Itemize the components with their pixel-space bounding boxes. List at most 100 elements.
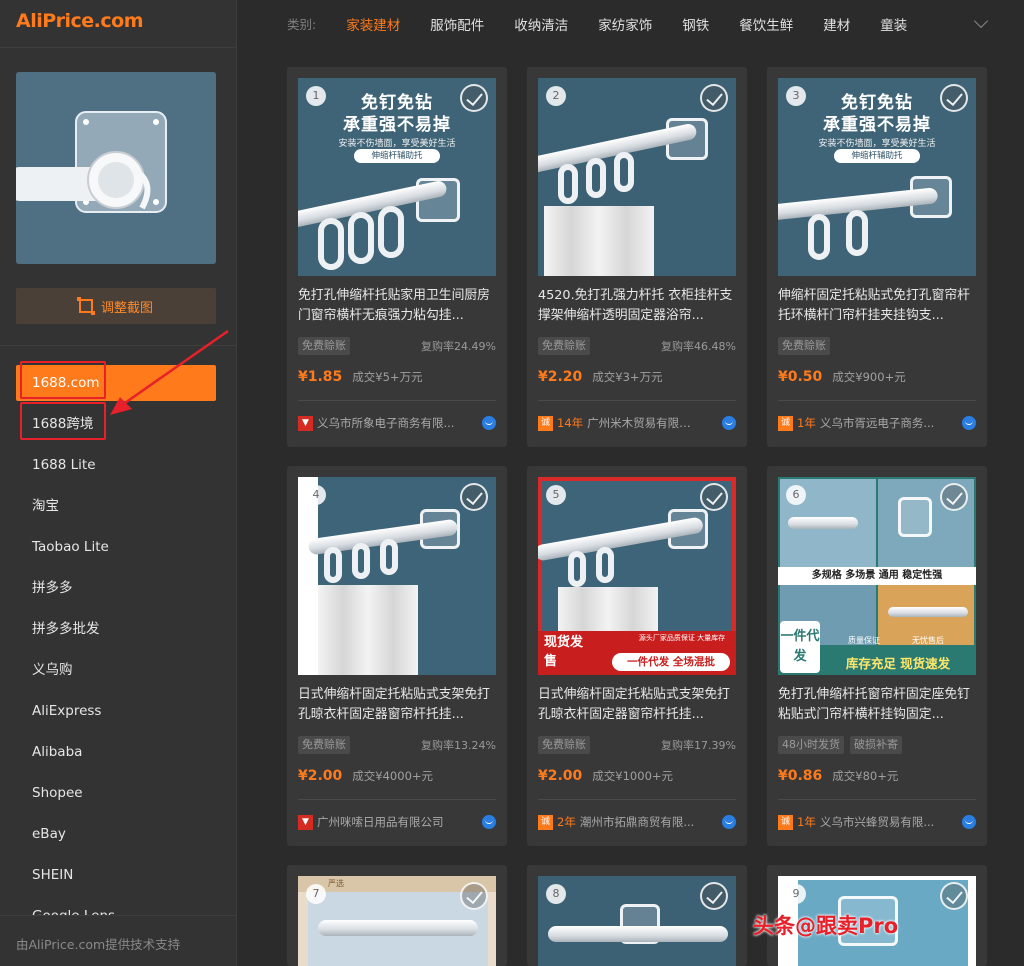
price-row: ¥2.00 成交¥4000+元 bbox=[298, 768, 433, 784]
adjust-screenshot-button[interactable]: 调整截图 bbox=[16, 288, 216, 324]
tag: 免费赊账 bbox=[538, 736, 590, 754]
product-title[interactable]: 日式伸缩杆固定托粘贴式支架免打孔晾衣杆固定器窗帘杆托挂... bbox=[538, 685, 736, 725]
chat-icon[interactable] bbox=[722, 815, 736, 829]
chat-icon[interactable] bbox=[482, 416, 496, 430]
promo-banner-text: 质量保证 bbox=[848, 636, 880, 645]
platform-item-1688-cross-border[interactable]: 1688跨境 bbox=[16, 406, 216, 442]
logo[interactable]: AliPrice.com bbox=[16, 10, 144, 32]
product-title[interactable]: 日式伸缩杆固定托粘贴式支架免打孔晾衣杆固定器窗帘杆托挂... bbox=[298, 685, 496, 725]
divider bbox=[538, 799, 736, 800]
product-image: 8 bbox=[538, 876, 736, 966]
chat-icon[interactable] bbox=[482, 815, 496, 829]
product-card[interactable]: 2 4520.免打孔强力杆托 衣柜挂杆支撑架伸缩杆透明固定器浴帘... 免费赊账… bbox=[527, 67, 747, 447]
product-image: 1 免钉免钻 承重强不易掉 安装不伤墙面，享受美好生活 伸缩杆辅助托 bbox=[298, 78, 496, 276]
select-checkbox[interactable] bbox=[460, 84, 488, 112]
trust-badge-icon: 诚 bbox=[778, 415, 793, 431]
platform-item-shopee[interactable]: Shopee bbox=[16, 775, 216, 811]
category-food-fresh[interactable]: 餐饮生鲜 bbox=[739, 14, 793, 34]
product-image: 2 bbox=[538, 78, 736, 276]
product-drawing bbox=[558, 587, 658, 631]
trust-badge-icon: 诚 bbox=[538, 814, 553, 830]
category-home-textiles[interactable]: 家纺家饰 bbox=[598, 14, 652, 34]
product-card[interactable]: 8 bbox=[527, 865, 747, 966]
product-card[interactable]: 严选 7 bbox=[287, 865, 507, 966]
platform-item-google-lens[interactable]: Google Lens bbox=[16, 898, 216, 915]
product-title[interactable]: 伸缩杆固定托粘贴式免打孔窗帘杆托环横杆门帘杆挂夹挂钩支... bbox=[778, 286, 976, 326]
platform-item-aliexpress[interactable]: AliExpress bbox=[16, 693, 216, 729]
product-image: 6 多规格 多场景 通用 稳定性强 一件代发 质量保证 无忧售后 库存充足 现货… bbox=[778, 477, 976, 675]
platform-item-1688[interactable]: 1688.com bbox=[16, 365, 216, 401]
seller-name[interactable]: 广州米木贸易有限公... bbox=[587, 415, 698, 431]
divider bbox=[298, 799, 496, 800]
select-checkbox[interactable] bbox=[460, 882, 488, 910]
seller-name[interactable]: 广州咪嗦日用品有限公司 bbox=[317, 814, 458, 830]
select-checkbox[interactable] bbox=[940, 882, 968, 910]
platform-item-alibaba[interactable]: Alibaba bbox=[16, 734, 216, 770]
divider bbox=[0, 345, 236, 346]
category-storage-cleaning[interactable]: 收纳清洁 bbox=[514, 14, 568, 34]
select-checkbox[interactable] bbox=[940, 483, 968, 511]
repurchase-rate: 复购率24.49% bbox=[421, 340, 496, 353]
select-checkbox[interactable] bbox=[700, 882, 728, 910]
chat-icon[interactable] bbox=[722, 416, 736, 430]
product-card[interactable]: 1 免钉免钻 承重强不易掉 安装不伤墙面，享受美好生活 伸缩杆辅助托 免打孔伸缩… bbox=[287, 67, 507, 447]
result-index: 6 bbox=[786, 485, 806, 505]
product-drawing bbox=[898, 497, 932, 537]
seller-name[interactable]: 义乌市胥远电子商务... bbox=[820, 415, 938, 431]
promo-banner-text: 一件代发 全场混批 bbox=[612, 653, 730, 671]
category-steel[interactable]: 钢铁 bbox=[682, 14, 709, 34]
seller-name[interactable]: 义乌市兴蜂贸易有限... bbox=[820, 814, 938, 830]
category-label: 类别: bbox=[287, 17, 317, 32]
tmall-badge-icon: ▼ bbox=[298, 814, 313, 830]
seller-years: 2年 bbox=[557, 815, 576, 829]
product-title[interactable]: 4520.免打孔强力杆托 衣柜挂杆支撑架伸缩杆透明固定器浴帘... bbox=[538, 286, 736, 326]
promo-banner-text: 多规格 多场景 通用 稳定性强 bbox=[778, 567, 976, 585]
platform-item-pinduoduo-wholesale[interactable]: 拼多多批发 bbox=[16, 611, 216, 647]
platform-item-yiwugo[interactable]: 义乌购 bbox=[16, 652, 216, 688]
result-index: 3 bbox=[786, 86, 806, 106]
seller-name[interactable]: 潮州市拓鼎商贸有限... bbox=[580, 814, 698, 830]
image-pill-text: 伸缩杆辅助托 bbox=[354, 149, 440, 163]
select-checkbox[interactable] bbox=[940, 84, 968, 112]
product-card[interactable]: 4 日式伸缩杆固定托粘贴式支架免打孔晾衣杆固定器窗帘杆托挂... 免费赊账 复购… bbox=[287, 466, 507, 846]
product-title[interactable]: 免打孔伸缩杆托贴家用卫生间厨房门窗帘横杆无痕强力粘勾挂... bbox=[298, 286, 496, 326]
product-title[interactable]: 免打孔伸缩杆托窗帘杆固定座免钉粘贴式门帘杆横杆挂钩固定... bbox=[778, 685, 976, 725]
product-tags: 免费赊账 复购率17.39% bbox=[538, 735, 736, 755]
platform-item-1688-lite[interactable]: 1688 Lite bbox=[16, 447, 216, 483]
product-card[interactable]: 9 bbox=[767, 865, 987, 966]
repurchase-rate: 复购率46.48% bbox=[661, 340, 736, 353]
select-checkbox[interactable] bbox=[700, 84, 728, 112]
platform-item-shein[interactable]: SHEIN bbox=[16, 857, 216, 893]
product-drawing bbox=[808, 214, 830, 260]
product-card[interactable]: 5 现货发售 源头厂家品质保证 大量库存 一件代发 全场混批 日式伸缩杆固定托粘… bbox=[527, 466, 747, 846]
category-building-materials[interactable]: 建材 bbox=[823, 14, 850, 34]
chevron-down-icon[interactable] bbox=[973, 13, 989, 29]
product-drawing bbox=[596, 547, 614, 583]
price: ¥0.86 bbox=[778, 768, 823, 784]
platform-item-taobao[interactable]: 淘宝 bbox=[16, 488, 216, 524]
select-checkbox[interactable] bbox=[460, 483, 488, 511]
product-tags: 免费赊账 复购率46.48% bbox=[538, 336, 736, 356]
category-bar: 类别: 家装建材 服饰配件 收纳清洁 家纺家饰 钢铁 餐饮生鲜 建材 童装 bbox=[237, 0, 1024, 47]
category-home-building[interactable]: 家装建材 bbox=[346, 14, 400, 34]
product-card[interactable]: 3 免钉免钻 承重强不易掉 安装不伤墙面，享受美好生活 伸缩杆辅助托 伸缩杆固定… bbox=[767, 67, 987, 447]
chat-icon[interactable] bbox=[962, 416, 976, 430]
product-image: 4 bbox=[298, 477, 496, 675]
result-index: 4 bbox=[306, 485, 326, 505]
product-card[interactable]: 6 多规格 多场景 通用 稳定性强 一件代发 质量保证 无忧售后 库存充足 现货… bbox=[767, 466, 987, 846]
category-kids-clothing[interactable]: 童装 bbox=[880, 14, 907, 34]
price-row: ¥0.50 成交¥900+元 bbox=[778, 369, 906, 385]
product-drawing bbox=[614, 152, 634, 192]
product-drawing bbox=[318, 218, 344, 270]
platform-item-pinduoduo[interactable]: 拼多多 bbox=[16, 570, 216, 606]
chat-icon[interactable] bbox=[962, 815, 976, 829]
platform-item-taobao-lite[interactable]: Taobao Lite bbox=[16, 529, 216, 565]
seller-name[interactable]: 义乌市所象电子商务有限... bbox=[317, 415, 458, 431]
select-checkbox[interactable] bbox=[700, 483, 728, 511]
platform-item-ebay[interactable]: eBay bbox=[16, 816, 216, 852]
category-apparel-accessories[interactable]: 服饰配件 bbox=[430, 14, 484, 34]
price: ¥0.50 bbox=[778, 369, 823, 385]
trust-badge-icon: 诚 bbox=[538, 415, 553, 431]
price-row: ¥2.00 成交¥1000+元 bbox=[538, 768, 673, 784]
result-index: 9 bbox=[786, 884, 806, 904]
